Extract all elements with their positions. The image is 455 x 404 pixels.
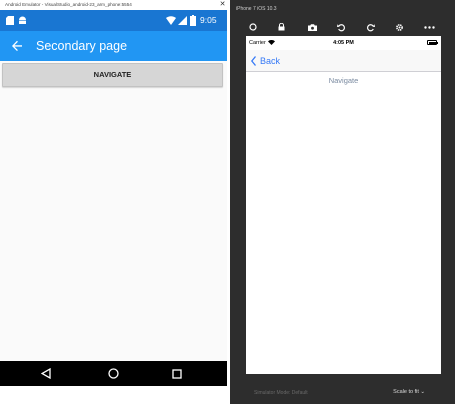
back-button[interactable]: Back [251,50,280,71]
chevron-left-icon [251,55,256,66]
android-window-titlebar: Android Emulator - VisualStudio_android-… [0,0,227,10]
back-triangle-icon[interactable] [36,361,56,386]
navigate-button[interactable]: Navigate [246,76,441,85]
ios-status-time: 4:05 PM [333,40,354,46]
scale-dropdown[interactable]: Scale to fit ⌄ [393,389,425,395]
ios-window-titlebar: iPhone 7 iOS 10.3 – □ ✕ [230,0,455,18]
close-icon[interactable]: ✕ [218,0,227,10]
android-status-bar: 9:05 [0,10,227,31]
home-circle-icon[interactable] [103,361,123,386]
scale-dropdown-label: Scale to fit [393,389,419,395]
android-status-time: 9:05 [200,15,217,25]
android-page-content: NAVIGATE [0,61,227,361]
android-robot-icon [19,16,26,24]
navigate-button[interactable]: NAVIGATE [2,63,223,87]
battery-icon [190,15,196,26]
recents-square-icon[interactable] [167,361,187,386]
rotate-left-icon[interactable] [334,18,348,36]
wifi-icon [166,16,176,25]
back-button-label: Back [260,55,281,66]
battery-icon [427,40,438,45]
gear-icon[interactable] [392,18,406,36]
android-emulator-window: Android Emulator - VisualStudio_android-… [0,0,227,404]
camera-icon[interactable] [305,18,319,36]
ios-window-title: iPhone 7 iOS 10.3 [236,6,277,12]
chevron-down-icon: ⌄ [420,389,425,395]
ios-navigation-bar: Back [246,50,441,72]
ios-simulator-bottom-bar: Simulator Mode: Default Scale to fit ⌄ [230,374,455,404]
back-arrow-icon[interactable] [8,36,26,56]
ios-device-screen: Carrier 4:05 PM Back Navigate [246,36,441,374]
android-window-title: Android Emulator - VisualStudio_android-… [5,2,132,7]
ios-simulator-toolbar [230,18,455,36]
android-navigation-bar [0,361,227,386]
page-title: Secondary page [36,39,128,53]
signal-icon [178,16,187,25]
android-window-frame-bottom [0,386,227,404]
home-button-icon[interactable] [246,18,260,36]
sd-card-icon [6,16,14,25]
ios-simulator-window: iPhone 7 iOS 10.3 – □ ✕ Carr [230,0,455,404]
simulator-status-text: Simulator Mode: Default [254,390,308,396]
rotate-right-icon[interactable] [363,18,377,36]
more-options-icon[interactable] [422,18,436,36]
ios-status-bar: Carrier 4:05 PM [246,36,441,50]
android-app-bar: Secondary page [0,31,227,61]
lock-icon[interactable] [274,18,288,36]
